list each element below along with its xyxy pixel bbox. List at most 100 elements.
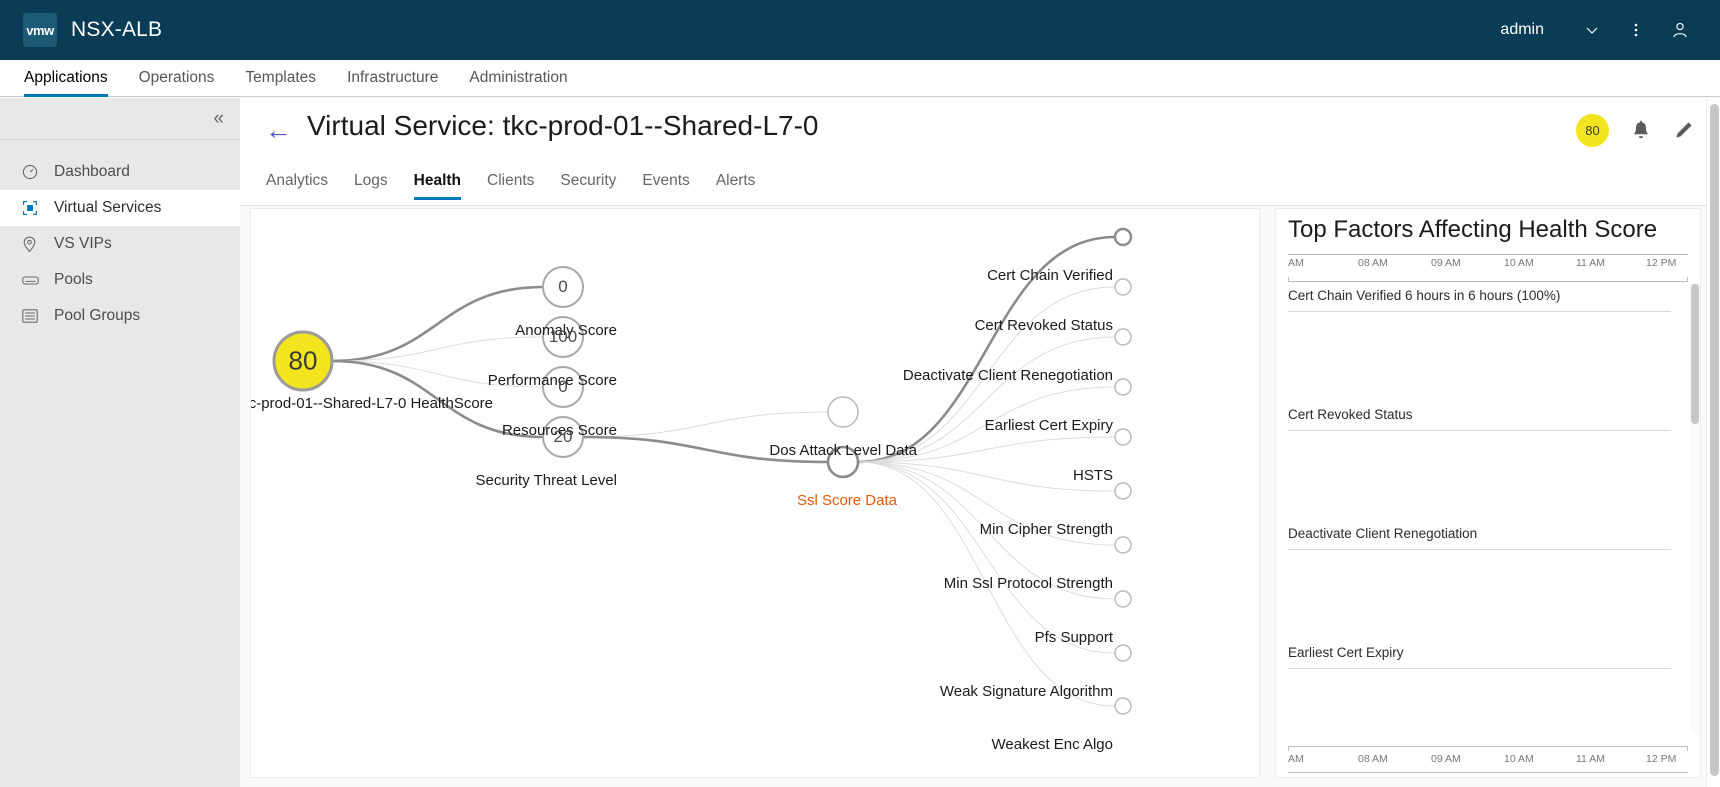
tree-leaf-node[interactable]: [1114, 278, 1132, 296]
tree-leaf-node[interactable]: [1114, 428, 1132, 446]
page-title: Virtual Service: tkc-prod-01--Shared-L7-…: [307, 110, 819, 141]
factor-divider: [1288, 668, 1671, 669]
sidebar-nav-list: Dashboard Virtual Services VS VIPs Pools Poo…: [0, 140, 240, 334]
sidebar: « Dashboard Virtual Services VS VIPs Pools P…: [0, 98, 240, 787]
tab-alerts[interactable]: Alerts: [716, 172, 756, 200]
primary-nav: Applications Operations Templates Infrastru…: [0, 60, 1720, 97]
tab-events[interactable]: Events: [642, 172, 689, 200]
sidebar-item-pool-groups[interactable]: Pool Groups: [0, 298, 240, 334]
tree-node-value-anomaly: 0: [558, 277, 568, 296]
user-account-icon[interactable]: [1658, 0, 1702, 60]
nav-item-administration[interactable]: Administration: [469, 69, 567, 96]
username-label: admin: [1500, 21, 1544, 38]
chevron-down-icon[interactable]: [1570, 0, 1614, 60]
time-axis-top-tick: 11 AM: [1576, 257, 1605, 269]
tab-health[interactable]: Health: [413, 172, 462, 200]
tree-node-dos[interactable]: [827, 396, 859, 428]
kebab-menu-icon[interactable]: [1614, 0, 1658, 60]
tab-analytics[interactable]: Analytics: [266, 172, 328, 200]
tree-leaf-label-1: Cert Revoked Status: [974, 317, 1113, 334]
bell-icon[interactable]: [1631, 120, 1651, 142]
tab-clients[interactable]: Clients: [487, 172, 534, 200]
time-axis-bottom-tick: 12 PM: [1646, 753, 1677, 765]
tree-edge: [582, 411, 829, 438]
sidebar-item-vs-vips[interactable]: VS VIPs: [0, 226, 240, 262]
time-axis-bottom: AM 08 AM 09 AM 10 AM 11 AM 12 PM: [1288, 746, 1688, 773]
factor-name: Cert Revoked Status: [1288, 407, 1413, 422]
back-arrow-icon[interactable]: ←: [265, 117, 295, 147]
factor-name: Cert Chain Verified 6 hours in 6 hours (…: [1288, 288, 1561, 303]
time-axis-bottom-tick: 09 AM: [1431, 753, 1461, 765]
tree-leaf-node[interactable]: [1114, 644, 1132, 662]
tree-node-label-performance: Performance Score: [487, 372, 617, 389]
time-axis-top-tick: 09 AM: [1431, 257, 1461, 269]
tree-leaf-node[interactable]: [1114, 590, 1132, 608]
health-score-tree-panel: 80 tkc-prod-01--Shared-L7-0 HealthScore 0 A…: [250, 208, 1260, 778]
top-factors-panel: Top Factors Affecting Health Score AM 08 …: [1275, 208, 1701, 778]
time-axis-bottom-tick: AM: [1288, 753, 1304, 765]
tree-leaf-label-2: Deactivate Client Renegotiation: [902, 367, 1113, 384]
factor-row[interactable]: Cert Chain Verified 6 hours in 6 hours (…: [1288, 284, 1688, 403]
pools-icon: [22, 271, 44, 289]
tree-leaf-label-6: Min Ssl Protocol Strength: [943, 575, 1113, 592]
tree-leaf-label-4: HSTS: [1072, 467, 1113, 484]
sidebar-collapse-button[interactable]: «: [0, 98, 240, 140]
location-pin-icon: [22, 235, 44, 253]
tree-leaf-label-7: Pfs Support: [1034, 629, 1113, 646]
nav-item-operations[interactable]: Operations: [139, 69, 215, 96]
tree-root-label: tkc-prod-01--Shared-L7-0 HealthScore: [250, 395, 493, 412]
tree-leaf-label-5: Min Cipher Strength: [979, 521, 1113, 538]
tree-leaf-node[interactable]: [1114, 328, 1132, 346]
sidebar-item-virtual-services[interactable]: Virtual Services: [0, 190, 240, 226]
pool-groups-icon: [22, 307, 44, 325]
tree-node-value-resources: 0: [558, 377, 568, 396]
page-header-actions: 80: [1576, 114, 1694, 147]
tree-node-label-dos: Dos Attack Level Data: [769, 442, 917, 459]
factor-row[interactable]: Earliest Cert Expiry: [1288, 641, 1688, 734]
time-axis-top-cap: [1288, 277, 1688, 282]
tab-logs[interactable]: Logs: [354, 172, 388, 200]
factor-divider: [1288, 311, 1671, 312]
pencil-edit-icon[interactable]: [1673, 120, 1694, 141]
health-score-badge[interactable]: 80: [1576, 114, 1609, 147]
nav-item-templates[interactable]: Templates: [245, 69, 316, 96]
time-axis-top-tick: 10 AM: [1504, 257, 1534, 269]
sidebar-item-label: VS VIPs: [54, 235, 112, 252]
factor-row[interactable]: Deactivate Client Renegotiation: [1288, 522, 1688, 641]
page-scrollbar-thumb[interactable]: [1710, 104, 1719, 776]
nav-item-applications[interactable]: Applications: [24, 69, 108, 97]
tree-leaf-node[interactable]: [1114, 697, 1132, 715]
page-subtabs: Analytics Logs Health Clients Security Events…: [266, 160, 781, 200]
sidebar-item-label: Dashboard: [54, 163, 130, 180]
tree-node-value-security: 20: [553, 427, 573, 446]
factor-name: Earliest Cert Expiry: [1288, 645, 1404, 660]
factors-list-scrollbar[interactable]: [1690, 284, 1700, 734]
sidebar-item-label: Virtual Services: [54, 199, 162, 216]
tree-edge: [331, 285, 544, 363]
tree-leaf-node[interactable]: [1114, 536, 1132, 554]
time-axis-bottom-cap: [1288, 746, 1688, 751]
tree-node-label-ssl: Ssl Score Data: [796, 492, 897, 509]
tab-security[interactable]: Security: [560, 172, 616, 200]
tree-leaf-node[interactable]: [1113, 227, 1133, 247]
tree-leaf-node[interactable]: [1114, 482, 1132, 500]
time-axis-top: AM 08 AM 09 AM 10 AM 11 AM 12 PM: [1288, 254, 1688, 282]
factor-row[interactable]: Cert Revoked Status: [1288, 403, 1688, 522]
page-header: ← Virtual Service: tkc-prod-01--Shared-L…: [240, 98, 1720, 206]
tree-node-value-performance: 100: [548, 327, 578, 346]
factor-divider: [1288, 549, 1671, 550]
header-divider: [240, 205, 1720, 206]
tree-leaf-node[interactable]: [1114, 378, 1132, 396]
sidebar-item-pools[interactable]: Pools: [0, 262, 240, 298]
vmware-logo-icon: vmw: [23, 13, 57, 47]
nav-item-infrastructure[interactable]: Infrastructure: [347, 69, 438, 96]
factor-name: Deactivate Client Renegotiation: [1288, 526, 1478, 541]
time-axis-bottom-tick: 08 AM: [1358, 753, 1388, 765]
time-axis-bottom-tick: 10 AM: [1504, 753, 1534, 765]
tree-leaf-label-8: Weak Signature Algorithm: [939, 683, 1113, 700]
page-scrollbar[interactable]: [1706, 98, 1720, 787]
sidebar-item-dashboard[interactable]: Dashboard: [0, 154, 240, 190]
time-axis-top-tick: 08 AM: [1358, 257, 1388, 269]
factors-list-scroll-thumb[interactable]: [1691, 284, 1699, 424]
factors-list[interactable]: Cert Chain Verified 6 hours in 6 hours (…: [1288, 284, 1688, 734]
